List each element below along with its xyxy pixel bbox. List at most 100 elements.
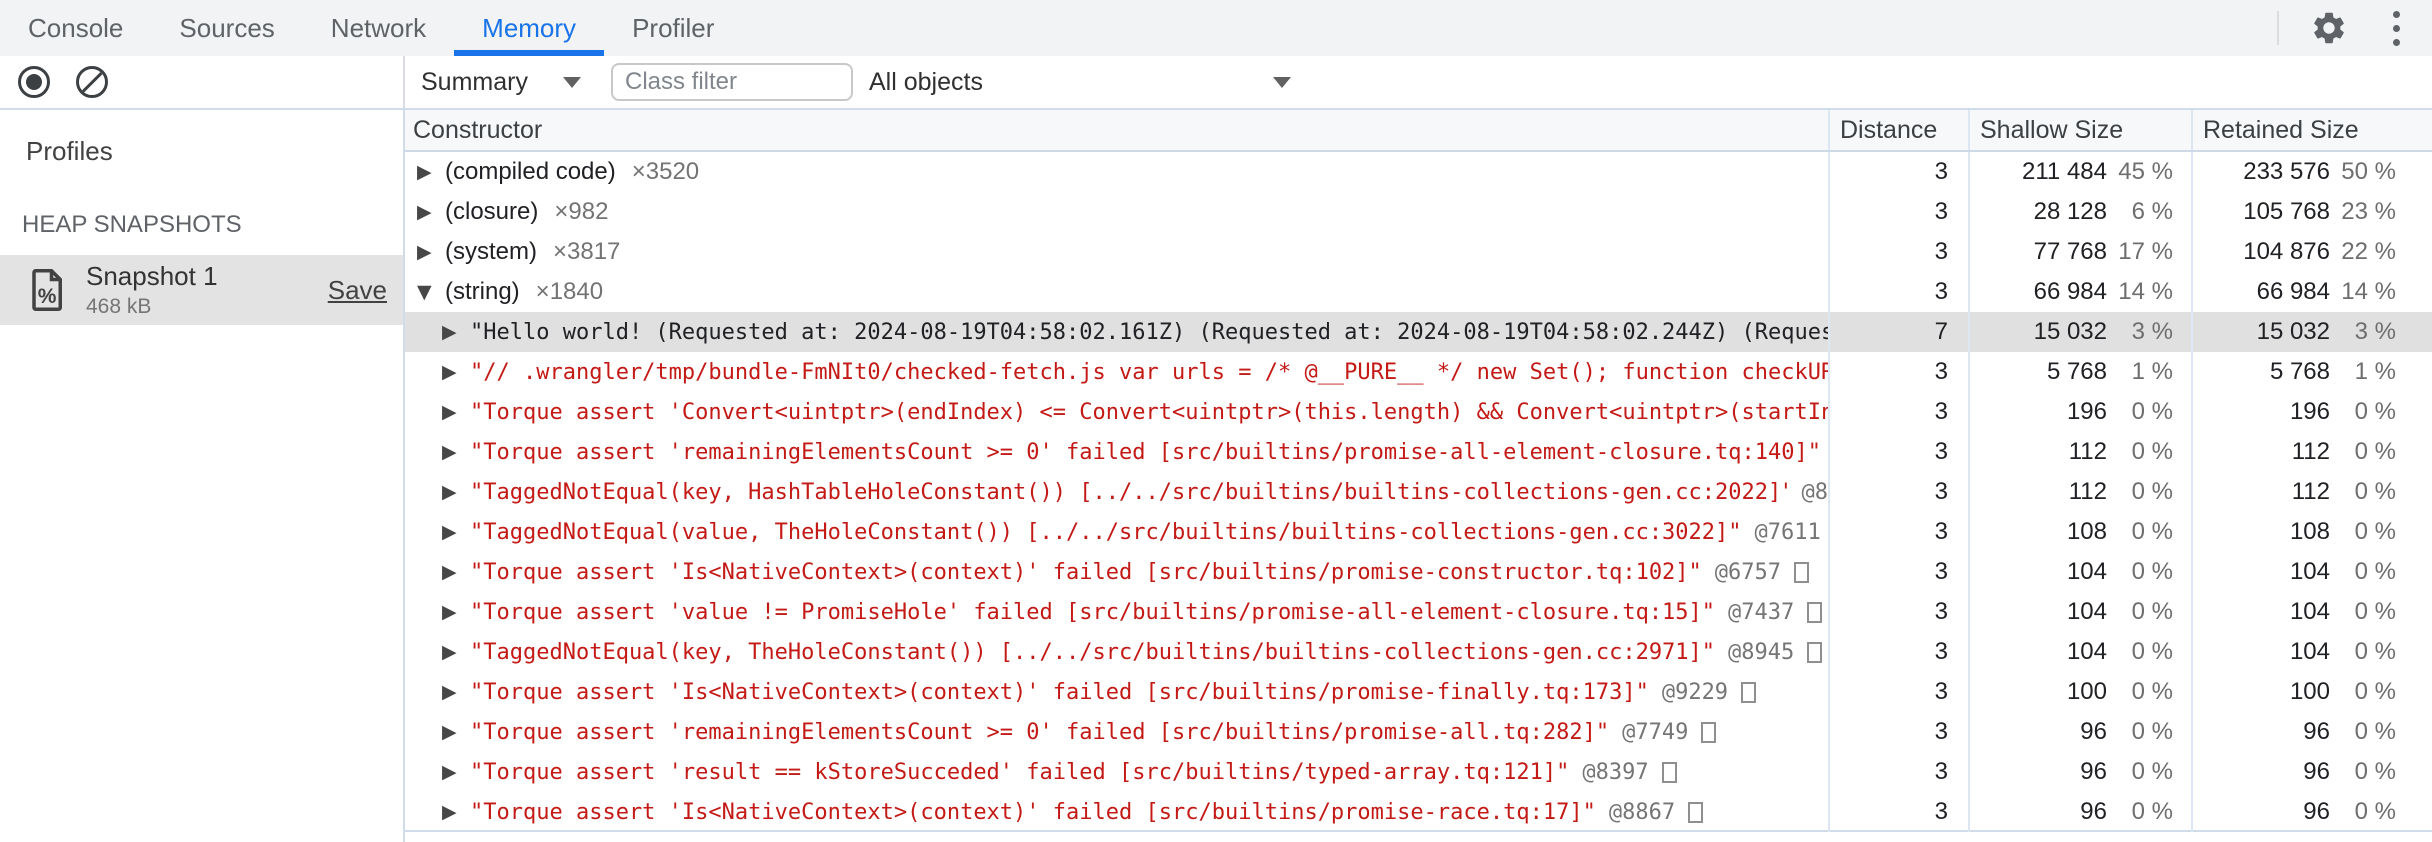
retained-size-value: 100 [2289,678,2330,705]
tab-network[interactable]: Network [303,0,454,56]
constructor-cell: ▶ "Torque assert 'remainingElementsCount… [405,432,1828,472]
glyph-box-icon [1741,681,1757,703]
shallow-size-cell: 96 0 % [1968,712,2191,752]
expander-arrow-icon[interactable]: ▶ [442,761,470,783]
glyph-box-icon [1688,801,1704,823]
glyph-box-icon [1807,601,1823,623]
retained-size-value: 105 768 [2243,198,2330,225]
column-header-distance[interactable]: Distance [1828,110,1968,150]
tab-profiler[interactable]: Profiler [604,0,742,56]
expander-arrow-icon[interactable]: ▶ [442,641,470,663]
tab-memory[interactable]: Memory [454,0,604,56]
object-id: @9229 [1661,679,1729,705]
table-row[interactable]: ▶ "TaggedNotEqual(key, TheHoleConstant()… [405,632,2432,672]
distance-cell: 3 [1828,632,1968,672]
expander-arrow-icon[interactable]: ▶ [442,321,470,343]
table-row[interactable]: ▶ "Torque assert 'remainingElementsCount… [405,432,2432,472]
shallow-size-cell: 108 0 % [1968,512,2191,552]
expander-arrow-icon[interactable]: ▶ [417,241,445,263]
table-row[interactable]: ▶ "Torque assert 'Convert<uintptr>(endIn… [405,392,2432,432]
expander-arrow-icon[interactable]: ▶ [442,601,470,623]
object-id: @8 [1801,479,1829,505]
table-row[interactable]: ▶ "Hello world! (Requested at: 2024-08-1… [405,312,2432,352]
tab-console[interactable]: Console [0,0,151,56]
table-row[interactable]: ▶ "Torque assert 'Is<NativeContext>(cont… [405,552,2432,592]
constructor-name: "Torque assert 'Is<NativeContext>(contex… [470,679,1649,705]
expander-arrow-icon[interactable]: ▶ [442,561,470,583]
constructor-name: "TaggedNotEqual(key, HashTableHoleConsta… [470,479,1789,505]
distance-cell: 3 [1828,232,1968,272]
table-row[interactable]: ▶ "// .wrangler/tmp/bundle-FmNIt0/checke… [405,352,2432,392]
shallow-size-percent: 0 % [2131,518,2173,545]
tab-sources[interactable]: Sources [151,0,302,56]
shallow-size-cell: 15 032 3 % [1968,312,2191,352]
expander-arrow-icon[interactable]: ▶ [417,201,445,223]
column-header-retained-size[interactable]: Retained Size [2191,110,2432,150]
retained-size-percent: 3 % [2354,318,2396,345]
retained-size-percent: 0 % [2354,718,2396,745]
record-heap-snapshot-button[interactable] [18,66,50,98]
shallow-size-cell: 28 128 6 % [1968,192,2191,232]
more-options-kebab-icon[interactable] [2383,7,2410,50]
clear-profiles-button[interactable] [76,66,108,98]
perspective-select-label: Summary [421,67,528,96]
column-header-constructor[interactable]: Constructor [405,110,1828,150]
expander-arrow-icon[interactable]: ▶ [442,481,470,503]
distance-cell: 3 [1828,272,1968,312]
constructor-name: "Torque assert 'value != PromiseHole' fa… [470,599,1716,625]
shallow-size-cell: 104 0 % [1968,632,2191,672]
expander-arrow-icon[interactable]: ▶ [442,361,470,383]
expander-arrow-icon[interactable]: ▶ [442,441,470,463]
table-row[interactable]: ▶ "Torque assert 'Is<NativeContext>(cont… [405,672,2432,712]
shallow-size-percent: 14 % [2118,278,2173,305]
shallow-size-cell: 66 984 14 % [1968,272,2191,312]
expander-arrow-icon[interactable]: ▶ [417,161,445,183]
instance-count: ×3520 [631,158,700,185]
shallow-size-cell: 96 0 % [1968,792,2191,832]
table-row[interactable]: ▶ "Torque assert 'remainingElementsCount… [405,712,2432,752]
perspective-select[interactable]: Summary [421,68,589,97]
class-filter-input[interactable] [611,63,853,101]
table-row[interactable]: ▶ (system) ×3817 3 77 768 17 % 104 876 2… [405,232,2432,272]
settings-gear-icon[interactable] [2309,8,2349,48]
table-row[interactable]: ▶ "TaggedNotEqual(key, HashTableHoleCons… [405,472,2432,512]
expander-arrow-icon[interactable]: ▶ [442,681,470,703]
distance-cell: 7 [1828,312,1968,352]
column-header-shallow-size[interactable]: Shallow Size [1968,110,2191,150]
glyph-box-icon [1701,721,1717,743]
retained-size-cell: 104 876 22 % [2191,232,2432,272]
table-row[interactable]: ▶ "Torque assert 'value != PromiseHole' … [405,592,2432,632]
expander-arrow-icon[interactable]: ▶ [442,801,470,823]
constructor-cell: ▶ "TaggedNotEqual(key, HashTableHoleCons… [405,472,1828,512]
table-row[interactable]: ▼ (string) ×1840 3 66 984 14 % 66 984 14… [405,272,2432,312]
object-id: @8867 [1608,799,1676,825]
distance-cell: 3 [1828,352,1968,392]
retained-size-value: 112 [2291,438,2330,465]
constructor-cell: ▶ "Torque assert 'Convert<uintptr>(endIn… [405,392,1828,432]
table-row[interactable]: ▶ (compiled code) ×3520 3 211 484 45 % 2… [405,152,2432,192]
heap-snapshots-section-title: HEAP SNAPSHOTS [22,211,242,238]
retained-size-cell: 96 0 % [2191,752,2432,792]
constructor-name: (system) [445,238,537,265]
shallow-size-cell: 104 0 % [1968,592,2191,632]
expander-arrow-icon[interactable]: ▶ [442,721,470,743]
save-snapshot-link[interactable]: Save [328,275,387,306]
shallow-size-cell: 100 0 % [1968,672,2191,712]
retained-size-percent: 0 % [2354,598,2396,625]
expander-arrow-icon[interactable]: ▶ [442,521,470,543]
table-row[interactable]: ▶ "Torque assert 'Is<NativeContext>(cont… [405,792,2432,832]
shallow-size-value: 112 [2068,438,2107,465]
table-row[interactable]: ▶ "Torque assert 'result == kStoreSucced… [405,752,2432,792]
constructor-name: "Torque assert 'remainingElementsCount >… [470,719,1610,745]
constructor-cell: ▶ "Torque assert 'Is<NativeContext>(cont… [405,792,1828,832]
table-row[interactable]: ▶ (closure) ×982 3 28 128 6 % 105 768 23… [405,192,2432,232]
object-scope-select[interactable]: All objects [869,68,1297,97]
retained-size-value: 96 [2303,798,2330,825]
retained-size-cell: 96 0 % [2191,712,2432,752]
toolbar-left [0,56,405,108]
expander-arrow-icon[interactable]: ▶ [442,401,470,423]
expander-arrow-icon[interactable]: ▼ [417,281,445,303]
shallow-size-percent: 0 % [2131,398,2173,425]
table-row[interactable]: ▶ "TaggedNotEqual(value, TheHoleConstant… [405,512,2432,552]
sidebar-item-snapshot-1[interactable]: % Snapshot 1 468 kB Save [0,255,403,325]
